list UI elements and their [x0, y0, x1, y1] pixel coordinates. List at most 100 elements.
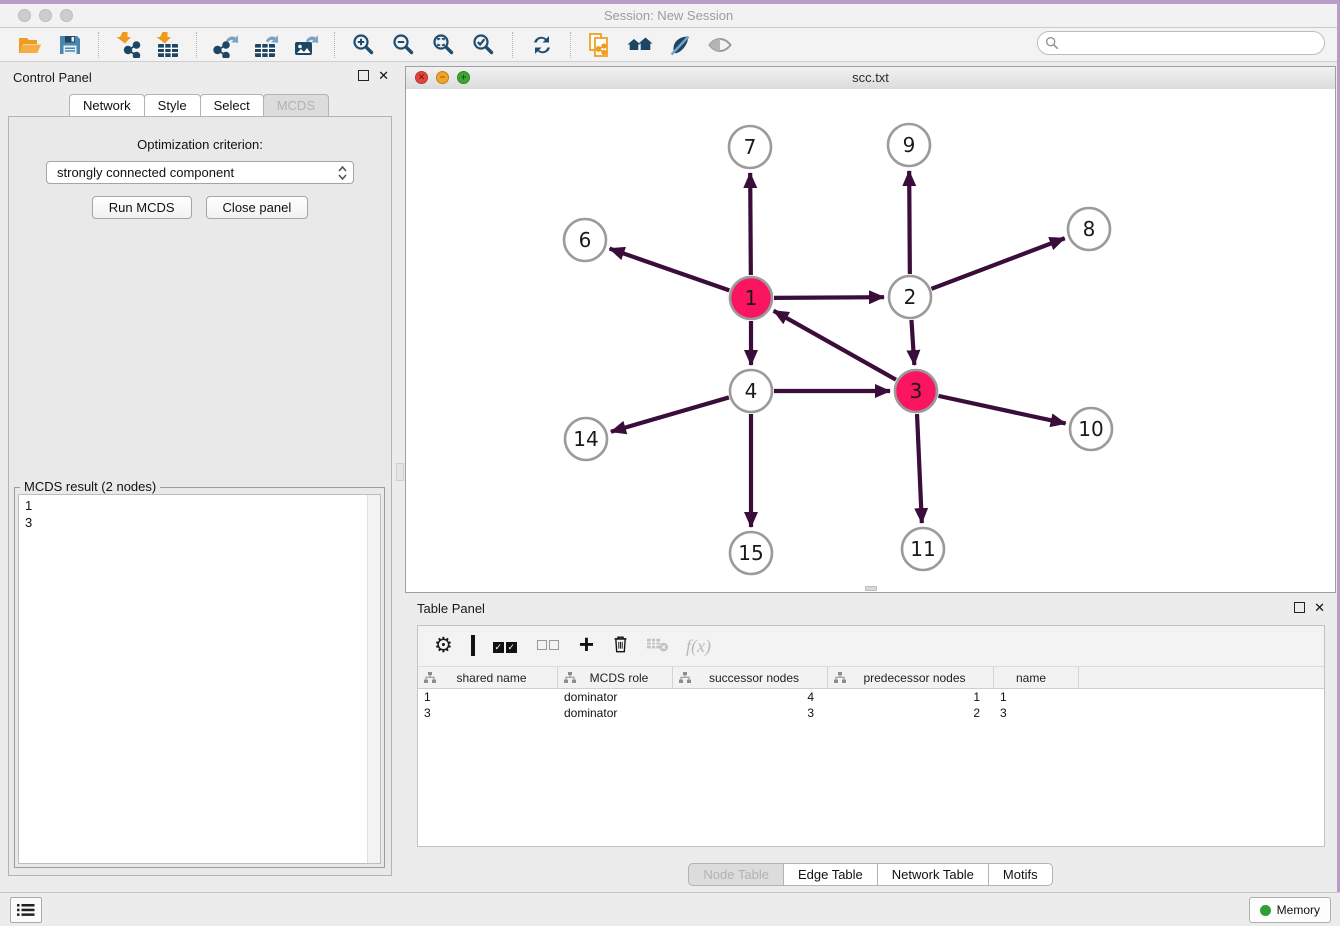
graph-node-2[interactable]: 2: [889, 276, 931, 318]
optimization-criterion-select[interactable]: strongly connected component: [46, 161, 354, 184]
network-canvas[interactable]: 7 9 6 8 1 2 4 3 14 10 15 11: [406, 89, 1335, 592]
tab-motifs[interactable]: Motifs: [988, 863, 1053, 886]
column-header-shared-name[interactable]: shared name: [418, 667, 558, 688]
result-line: 3: [25, 514, 374, 531]
mcds-buttons-row: Run MCDS Close panel: [9, 196, 391, 219]
close-panel-icon[interactable]: ✕: [378, 70, 389, 81]
cell-successor-nodes[interactable]: 4: [673, 690, 828, 704]
style-painter-button[interactable]: [660, 30, 700, 60]
task-history-button[interactable]: [10, 897, 42, 923]
graph-node-11[interactable]: 11: [902, 528, 944, 570]
export-network-button[interactable]: [206, 30, 246, 60]
zoom-out-button[interactable]: [384, 30, 424, 60]
application-window: Session: New Session Control Panel ✕ Net…: [0, 0, 1340, 926]
graph-node-14[interactable]: 14: [565, 418, 607, 460]
zoom-in-button[interactable]: [344, 30, 384, 60]
tab-network[interactable]: Network: [69, 94, 145, 117]
memory-button[interactable]: Memory: [1249, 897, 1331, 923]
graph-edge-2-9[interactable]: [909, 171, 910, 274]
run-mcds-button[interactable]: Run MCDS: [92, 196, 192, 219]
import-network-button[interactable]: [108, 30, 148, 60]
table-row[interactable]: 1dominator411: [418, 689, 1324, 705]
cell-MCDS-role[interactable]: dominator: [558, 706, 673, 720]
search-input[interactable]: [1037, 31, 1325, 55]
network-file-button[interactable]: [580, 30, 620, 60]
graph-edge-2-8[interactable]: [932, 238, 1065, 289]
graph-edge-1-2[interactable]: [774, 297, 884, 298]
cell-predecessor-nodes[interactable]: 1: [828, 690, 994, 704]
graph-node-1[interactable]: 1: [730, 277, 772, 319]
cell-shared-name[interactable]: 1: [418, 690, 558, 704]
apply-layout-button[interactable]: [522, 30, 562, 60]
canvas-resize-grip[interactable]: [865, 586, 877, 591]
open-session-button[interactable]: [10, 30, 50, 60]
show-all-columns-button[interactable]: ✓✓: [493, 637, 519, 655]
node-table-container: ⚙✓✓+f(x) shared nameMCDS rolesuccessor n…: [417, 625, 1325, 847]
show-hide-button[interactable]: [700, 30, 740, 60]
graph-node-3[interactable]: 3: [895, 370, 937, 412]
zoom-selected-button[interactable]: [464, 30, 504, 60]
export-image-button[interactable]: [286, 30, 326, 60]
memory-status-icon: [1260, 905, 1271, 916]
tab-edge-table[interactable]: Edge Table: [783, 863, 878, 886]
column-header-name[interactable]: name: [994, 667, 1079, 688]
network-window-title: scc.txt: [406, 70, 1335, 85]
table-row[interactable]: 3dominator323: [418, 705, 1324, 721]
graph-edge-3-10[interactable]: [938, 396, 1065, 424]
table-settings-button[interactable]: ⚙: [434, 635, 453, 657]
cell-shared-name[interactable]: 3: [418, 706, 558, 720]
mcds-result-textarea[interactable]: 13: [18, 494, 381, 864]
result-scrollbar[interactable]: [367, 495, 380, 863]
tab-select[interactable]: Select: [200, 94, 264, 117]
panel-divider-grip[interactable]: [396, 463, 404, 481]
table-panel: Table Panel ✕ ⚙✓✓+f(x) shared nameMCDS r…: [405, 597, 1337, 893]
graph-node-8[interactable]: 8: [1068, 208, 1110, 250]
table-panel-title: Table Panel: [417, 601, 485, 616]
add-column-button[interactable]: +: [579, 634, 594, 658]
column-header-successor-nodes[interactable]: successor nodes: [673, 667, 828, 688]
cell-successor-nodes[interactable]: 3: [673, 706, 828, 720]
first-neighbors-button[interactable]: [620, 30, 660, 60]
graph-node-15[interactable]: 15: [730, 532, 772, 574]
network-window-titlebar: ✕ − + scc.txt: [406, 67, 1335, 90]
column-header-MCDS-role[interactable]: MCDS role: [558, 667, 673, 688]
zoom-fit-button[interactable]: [424, 30, 464, 60]
zoom-fit-icon: [431, 32, 457, 58]
close-panel-button[interactable]: Close panel: [206, 196, 309, 219]
close-table-panel-icon[interactable]: ✕: [1314, 602, 1325, 613]
graph-node-6[interactable]: 6: [564, 219, 606, 261]
cell-MCDS-role[interactable]: dominator: [558, 690, 673, 704]
graph-edge-3-1[interactable]: [774, 311, 896, 380]
graph-edge-2-3[interactable]: [911, 320, 914, 365]
graph-node-10[interactable]: 10: [1070, 408, 1112, 450]
cell-name[interactable]: 3: [994, 706, 1079, 720]
cell-name[interactable]: 1: [994, 690, 1079, 704]
cell-predecessor-nodes[interactable]: 2: [828, 706, 994, 720]
float-table-panel-icon[interactable]: [1294, 602, 1305, 613]
save-session-icon: [57, 32, 83, 58]
graph-edge-1-7[interactable]: [750, 173, 751, 275]
graph-node-9[interactable]: 9: [888, 124, 930, 166]
status-bar: Memory: [0, 892, 1340, 926]
tab-style[interactable]: Style: [144, 94, 201, 117]
float-panel-icon[interactable]: [358, 70, 369, 81]
export-table-button[interactable]: [246, 30, 286, 60]
table-header-row: shared nameMCDS rolesuccessor nodesprede…: [418, 667, 1324, 689]
import-table-button[interactable]: [148, 30, 188, 60]
graph-edge-4-14[interactable]: [611, 397, 729, 431]
graph-edge-1-6[interactable]: [610, 249, 730, 291]
graph-node-7[interactable]: 7: [729, 126, 771, 168]
tab-node-table[interactable]: Node Table: [688, 863, 784, 886]
split-columns-button[interactable]: [471, 637, 475, 655]
tab-mcds[interactable]: MCDS: [263, 94, 329, 117]
delete-column-button[interactable]: [612, 634, 629, 659]
hide-all-columns-button[interactable]: [537, 637, 561, 655]
graph-node-4[interactable]: 4: [730, 370, 772, 412]
save-session-button[interactable]: [50, 30, 90, 60]
first-neighbors-icon: [627, 32, 653, 58]
svg-text:4: 4: [745, 379, 758, 403]
tab-network-table[interactable]: Network Table: [877, 863, 989, 886]
zoom-selected-icon: [471, 32, 497, 58]
column-header-predecessor-nodes[interactable]: predecessor nodes: [828, 667, 994, 688]
graph-edge-3-11[interactable]: [917, 414, 922, 523]
